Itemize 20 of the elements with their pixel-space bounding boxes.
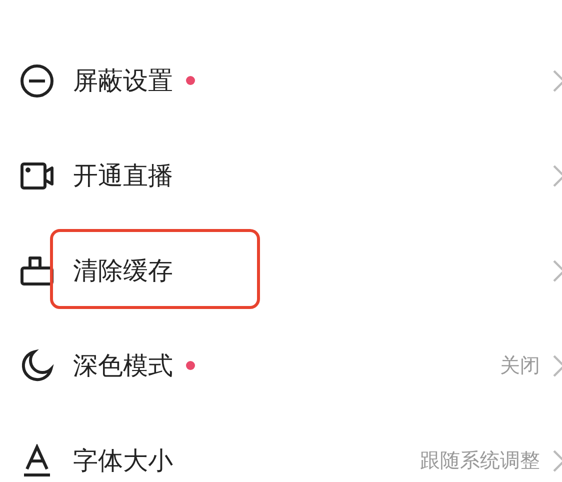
setting-label: 屏蔽设置 [73, 65, 173, 97]
setting-label: 开通直播 [73, 160, 173, 192]
settings-item[interactable]: 开通直播 [0, 128, 562, 223]
settings-item[interactable]: 字体大小 跟随系统调整 [0, 413, 562, 482]
chevron-icon [552, 448, 562, 472]
chevron-icon [552, 258, 562, 282]
bag-icon [20, 254, 54, 288]
setting-label: 字体大小 [73, 445, 173, 477]
chevron-icon [552, 164, 562, 188]
chevron-icon [552, 354, 562, 378]
setting-label: 清除缓存 [73, 255, 173, 287]
moon-icon [20, 348, 54, 382]
settings-item[interactable]: 深色模式 关闭 [0, 318, 562, 413]
block-icon [20, 64, 54, 98]
chevron-icon [552, 68, 562, 92]
setting-value: 跟随系统调整 [420, 447, 540, 474]
settings-item[interactable]: 屏蔽设置 [0, 33, 562, 128]
setting-value: 关闭 [500, 352, 540, 379]
setting-label: 深色模式 [73, 350, 173, 382]
settings-item[interactable]: 清除缓存 [0, 223, 562, 318]
